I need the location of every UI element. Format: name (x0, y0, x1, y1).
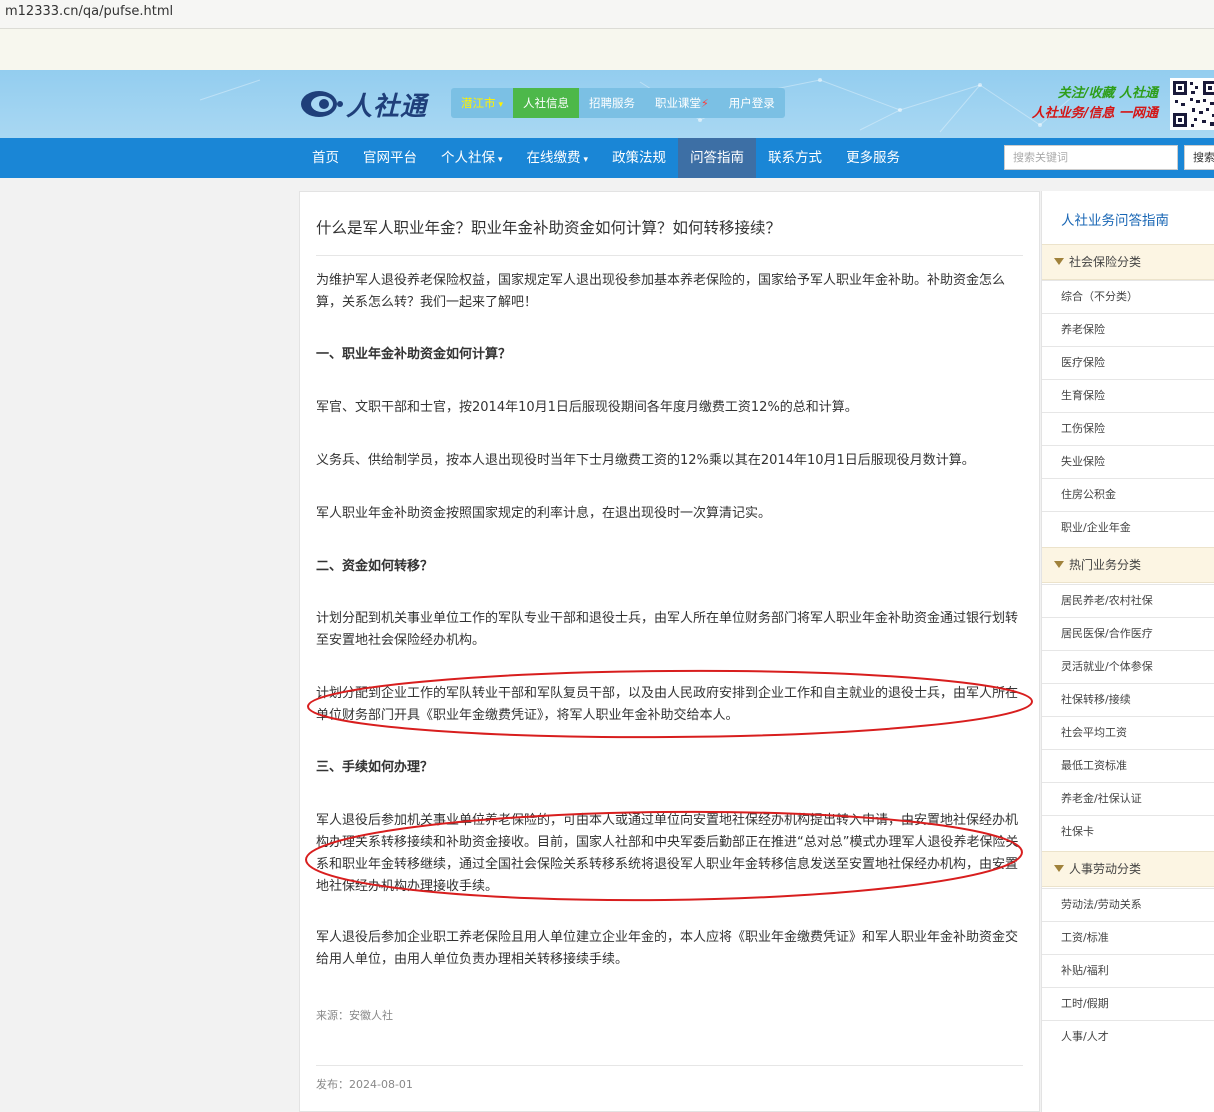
lightning-icon: ⚡ (701, 97, 709, 110)
paragraph-3: 军人职业年金补助资金按照国家规定的利率计息，在退出现役时一次算清记实。 (316, 506, 772, 521)
article-intro: 为维护军人退役养老保险权益，国家规定军人退出现役参加基本养老保险的，国家给予军人… (316, 273, 1006, 310)
logo-text: 人社通 (346, 91, 428, 122)
category-social-insurance[interactable]: 社会保险分类 (1042, 244, 1214, 280)
section-heading-1: 一、职业年金补助资金如何计算？ (316, 347, 512, 362)
sidebar-item[interactable]: 工时/假期 (1042, 987, 1214, 1020)
eye-logo-icon (300, 89, 344, 119)
triangle-down-icon (1054, 865, 1064, 872)
url-text[interactable]: m12333.cn/qa/pufse.html (5, 4, 173, 19)
triangle-down-icon (1054, 258, 1064, 265)
search-button[interactable]: 搜索 (1184, 145, 1214, 170)
paragraph-4: 计划分配到机关事业单位工作的军队专业干部和退役士兵，由军人所在单位财务部门将军人… (316, 611, 1019, 648)
paragraph-2: 义务兵、供给制学员，按本人退出现役时当年下士月缴费工资的12%乘以其在2014年… (316, 453, 975, 468)
sidebar-item[interactable]: 人事/人才 (1042, 1020, 1214, 1053)
qa-sidebar: 人社业务问答指南 社会保险分类 综合（不分类） 养老保险 医疗保险 生育保险 工… (1041, 191, 1214, 1112)
paragraph-1: 军官、文职干部和士官，按2014年10月1日后服现役期间各年度月缴费工资12%的… (316, 400, 858, 415)
sidebar-item[interactable]: 住房公积金 (1042, 478, 1214, 511)
sidebar-item[interactable]: 综合（不分类） (1042, 280, 1214, 313)
article-panel: 什么是军人职业年金？职业年金补助资金如何计算？如何转移接续？ 为维护军人退役养老… (299, 191, 1040, 1112)
sidebar-item[interactable]: 养老保险 (1042, 313, 1214, 346)
nav-personal-social-security[interactable]: 个人社保 ▾ (429, 138, 515, 178)
sidebar-item[interactable]: 工资/标准 (1042, 921, 1214, 954)
slogan-line1: 关注/收藏 人社通 (1057, 86, 1158, 101)
sidebar-item[interactable]: 居民养老/农村社保 (1042, 584, 1214, 617)
section-heading-2: 二、资金如何转移？ (316, 559, 434, 574)
sidebar-item[interactable]: 灵活就业/个体参保 (1042, 650, 1214, 683)
sidebar-item[interactable]: 社保转移/接续 (1042, 683, 1214, 716)
sidebar-title[interactable]: 人社业务问答指南 (1061, 209, 1169, 229)
top-nav-login[interactable]: 用户登录 (719, 88, 785, 118)
paragraph-5: 计划分配到企业工作的军队转业干部和军队复员干部，以及由人民政府安排到企业工作和自… (316, 686, 1019, 723)
sidebar-item[interactable]: 工伤保险 (1042, 412, 1214, 445)
nav-official-platform[interactable]: 官网平台 (351, 138, 429, 178)
top-nav: 潜江市 ▾ 人社信息 招聘服务 职业课堂⚡ 用户登录 (451, 88, 785, 118)
city-selector[interactable]: 潜江市 ▾ (451, 88, 513, 118)
publish-date: 发布：2024-08-01 (316, 1078, 413, 1091)
sidebar-item[interactable]: 社保卡 (1042, 815, 1214, 848)
sidebar-item[interactable]: 医疗保险 (1042, 346, 1214, 379)
nav-online-payment[interactable]: 在线缴费 ▾ (515, 138, 601, 178)
sidebar-item[interactable]: 职业/企业年金 (1042, 511, 1214, 544)
caret-down-icon: ▾ (583, 155, 589, 165)
site-header: 人社通 潜江市 ▾ 人社信息 招聘服务 职业课堂⚡ 用户登录 关注/收藏 人社通 … (0, 70, 1214, 138)
divider (316, 255, 1023, 256)
article-source: 来源：安徽人社 (316, 1009, 393, 1022)
top-nav-hr-info[interactable]: 人社信息 (513, 88, 580, 118)
category-hot-business[interactable]: 热门业务分类 (1042, 547, 1214, 583)
sidebar-item[interactable]: 居民医保/合作医疗 (1042, 617, 1214, 650)
sidebar-item[interactable]: 社会平均工资 (1042, 716, 1214, 749)
nav-contact[interactable]: 联系方式 (756, 138, 834, 178)
address-bar[interactable]: m12333.cn/qa/pufse.html (0, 0, 1214, 29)
nav-more-services[interactable]: 更多服务 (834, 138, 912, 178)
divider (316, 1065, 1023, 1066)
sidebar-item[interactable]: 补贴/福利 (1042, 954, 1214, 987)
caret-down-icon: ▾ (498, 155, 503, 165)
toolbar-strip (0, 29, 1214, 70)
nav-qa-guide[interactable]: 问答指南 (678, 138, 757, 178)
site-logo[interactable]: 人社通 (300, 86, 427, 122)
sidebar-item[interactable]: 最低工资标准 (1042, 749, 1214, 782)
paragraph-6: 军人退役后参加机关事业单位养老保险的，可由本人或通过单位向安置地社保经办机构提出… (316, 813, 1019, 894)
nav-home[interactable]: 首页 (300, 138, 351, 178)
top-nav-course[interactable]: 职业课堂⚡ (645, 88, 719, 118)
category-hr-labor[interactable]: 人事劳动分类 (1042, 851, 1214, 887)
search-input[interactable]: 搜索关键词 (1004, 145, 1178, 170)
top-nav-recruitment[interactable]: 招聘服务 (579, 88, 645, 118)
sidebar-item[interactable]: 失业保险 (1042, 445, 1214, 478)
sidebar-item[interactable]: 养老金/社保认证 (1042, 782, 1214, 815)
caret-down-icon: ▾ (498, 100, 504, 110)
section-heading-3: 三、手续如何办理？ (316, 760, 434, 775)
paragraph-7: 军人退役后参加企业职工养老保险且用人单位建立企业年金的，本人应将《职业年金缴费凭… (316, 930, 1019, 967)
slogan: 关注/收藏 人社通 人社业务/信息 一网通 (1032, 84, 1158, 124)
slogan-line2: 人社业务/信息 一网通 (1031, 106, 1158, 121)
article-title: 什么是军人职业年金？职业年金补助资金如何计算？如何转移接续？ (316, 219, 782, 237)
sidebar-item[interactable]: 劳动法/劳动关系 (1042, 888, 1214, 921)
triangle-down-icon (1054, 561, 1064, 568)
nav-policies[interactable]: 政策法规 (600, 138, 678, 178)
sidebar-item[interactable]: 生育保险 (1042, 379, 1214, 412)
qr-code (1170, 78, 1214, 130)
